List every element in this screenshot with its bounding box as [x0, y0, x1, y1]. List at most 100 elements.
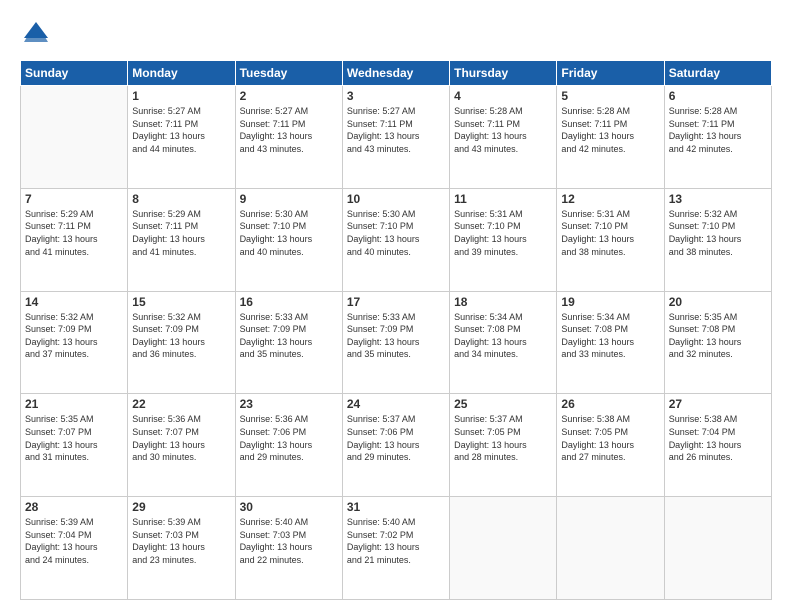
day-number: 20: [669, 295, 767, 309]
day-info: Sunrise: 5:29 AM Sunset: 7:11 PM Dayligh…: [25, 208, 123, 258]
day-number: 26: [561, 397, 659, 411]
day-number: 11: [454, 192, 552, 206]
calendar-day-cell: 7 Sunrise: 5:29 AM Sunset: 7:11 PM Daylig…: [21, 188, 128, 291]
day-info: Sunrise: 5:39 AM Sunset: 7:03 PM Dayligh…: [132, 516, 230, 566]
calendar-day-cell: 18Sunrise: 5:34 AM Sunset: 7:08 PM Dayli…: [450, 291, 557, 394]
day-number: 3: [347, 89, 445, 103]
calendar-header-cell: Friday: [557, 61, 664, 86]
day-info: Sunrise: 5:30 AM Sunset: 7:10 PM Dayligh…: [347, 208, 445, 258]
day-info: Sunrise: 5:37 AM Sunset: 7:06 PM Dayligh…: [347, 413, 445, 463]
calendar-day-cell: 24Sunrise: 5:37 AM Sunset: 7:06 PM Dayli…: [342, 394, 449, 497]
calendar-day-cell: 29 Sunrise: 5:39 AM Sunset: 7:03 PM Dayli…: [128, 497, 235, 600]
day-number: 12: [561, 192, 659, 206]
day-number: 6: [669, 89, 767, 103]
calendar-day-cell: [664, 497, 771, 600]
day-info: Sunrise: 5:35 AM Sunset: 7:07 PM Dayligh…: [25, 413, 123, 463]
calendar-day-cell: [450, 497, 557, 600]
calendar-week-row: 1 Sunrise: 5:27 AM Sunset: 7:11 PM Daylig…: [21, 86, 772, 189]
calendar-day-cell: 1 Sunrise: 5:27 AM Sunset: 7:11 PM Daylig…: [128, 86, 235, 189]
day-info: Sunrise: 5:40 AM Sunset: 7:02 PM Dayligh…: [347, 516, 445, 566]
day-info: Sunrise: 5:36 AM Sunset: 7:07 PM Dayligh…: [132, 413, 230, 463]
calendar-day-cell: 16 Sunrise: 5:33 AM Sunset: 7:09 PM Dayli…: [235, 291, 342, 394]
calendar-day-cell: 3 Sunrise: 5:27 AM Sunset: 7:11 PM Daylig…: [342, 86, 449, 189]
day-number: 13: [669, 192, 767, 206]
day-info: Sunrise: 5:31 AM Sunset: 7:10 PM Dayligh…: [454, 208, 552, 258]
day-info: Sunrise: 5:30 AM Sunset: 7:10 PM Dayligh…: [240, 208, 338, 258]
calendar-header-cell: Tuesday: [235, 61, 342, 86]
calendar-day-cell: 17Sunrise: 5:33 AM Sunset: 7:09 PM Dayli…: [342, 291, 449, 394]
day-info: Sunrise: 5:31 AM Sunset: 7:10 PM Dayligh…: [561, 208, 659, 258]
calendar-day-cell: 15 Sunrise: 5:32 AM Sunset: 7:09 PM Dayli…: [128, 291, 235, 394]
calendar-day-cell: 8Sunrise: 5:29 AM Sunset: 7:11 PM Daylig…: [128, 188, 235, 291]
day-number: 22: [132, 397, 230, 411]
day-info: Sunrise: 5:33 AM Sunset: 7:09 PM Dayligh…: [240, 311, 338, 361]
calendar-day-cell: 23 Sunrise: 5:36 AM Sunset: 7:06 PM Dayli…: [235, 394, 342, 497]
calendar-day-cell: 19 Sunrise: 5:34 AM Sunset: 7:08 PM Dayli…: [557, 291, 664, 394]
calendar-day-cell: [557, 497, 664, 600]
calendar-header-cell: Wednesday: [342, 61, 449, 86]
day-number: 2: [240, 89, 338, 103]
calendar-day-cell: 22 Sunrise: 5:36 AM Sunset: 7:07 PM Dayli…: [128, 394, 235, 497]
calendar-header-cell: Saturday: [664, 61, 771, 86]
calendar-day-cell: 31 Sunrise: 5:40 AM Sunset: 7:02 PM Dayli…: [342, 497, 449, 600]
day-number: 16: [240, 295, 338, 309]
day-info: Sunrise: 5:32 AM Sunset: 7:09 PM Dayligh…: [25, 311, 123, 361]
day-info: Sunrise: 5:36 AM Sunset: 7:06 PM Dayligh…: [240, 413, 338, 463]
day-info: Sunrise: 5:38 AM Sunset: 7:04 PM Dayligh…: [669, 413, 767, 463]
calendar-day-cell: 10 Sunrise: 5:30 AM Sunset: 7:10 PM Dayli…: [342, 188, 449, 291]
day-number: 14: [25, 295, 123, 309]
day-number: 5: [561, 89, 659, 103]
day-number: 29: [132, 500, 230, 514]
calendar-day-cell: 13Sunrise: 5:32 AM Sunset: 7:10 PM Dayli…: [664, 188, 771, 291]
day-number: 1: [132, 89, 230, 103]
day-number: 27: [669, 397, 767, 411]
calendar-week-row: 21Sunrise: 5:35 AM Sunset: 7:07 PM Dayli…: [21, 394, 772, 497]
day-number: 18: [454, 295, 552, 309]
day-info: Sunrise: 5:40 AM Sunset: 7:03 PM Dayligh…: [240, 516, 338, 566]
calendar-day-cell: 4Sunrise: 5:28 AM Sunset: 7:11 PM Daylig…: [450, 86, 557, 189]
day-info: Sunrise: 5:39 AM Sunset: 7:04 PM Dayligh…: [25, 516, 123, 566]
day-info: Sunrise: 5:38 AM Sunset: 7:05 PM Dayligh…: [561, 413, 659, 463]
day-number: 7: [25, 192, 123, 206]
day-info: Sunrise: 5:27 AM Sunset: 7:11 PM Dayligh…: [240, 105, 338, 155]
day-number: 31: [347, 500, 445, 514]
day-info: Sunrise: 5:27 AM Sunset: 7:11 PM Dayligh…: [132, 105, 230, 155]
day-number: 28: [25, 500, 123, 514]
calendar-header-cell: Sunday: [21, 61, 128, 86]
day-info: Sunrise: 5:32 AM Sunset: 7:09 PM Dayligh…: [132, 311, 230, 361]
calendar-week-row: 7 Sunrise: 5:29 AM Sunset: 7:11 PM Daylig…: [21, 188, 772, 291]
day-info: Sunrise: 5:37 AM Sunset: 7:05 PM Dayligh…: [454, 413, 552, 463]
calendar-day-cell: 14 Sunrise: 5:32 AM Sunset: 7:09 PM Dayli…: [21, 291, 128, 394]
logo-icon: [20, 18, 52, 50]
day-info: Sunrise: 5:34 AM Sunset: 7:08 PM Dayligh…: [561, 311, 659, 361]
day-number: 9: [240, 192, 338, 206]
calendar-week-row: 14 Sunrise: 5:32 AM Sunset: 7:09 PM Dayli…: [21, 291, 772, 394]
day-info: Sunrise: 5:35 AM Sunset: 7:08 PM Dayligh…: [669, 311, 767, 361]
day-info: Sunrise: 5:27 AM Sunset: 7:11 PM Dayligh…: [347, 105, 445, 155]
day-info: Sunrise: 5:28 AM Sunset: 7:11 PM Dayligh…: [561, 105, 659, 155]
day-info: Sunrise: 5:29 AM Sunset: 7:11 PM Dayligh…: [132, 208, 230, 258]
calendar-day-cell: [21, 86, 128, 189]
day-number: 10: [347, 192, 445, 206]
calendar-day-cell: 9 Sunrise: 5:30 AM Sunset: 7:10 PM Daylig…: [235, 188, 342, 291]
day-number: 15: [132, 295, 230, 309]
calendar-day-cell: 26 Sunrise: 5:38 AM Sunset: 7:05 PM Dayli…: [557, 394, 664, 497]
calendar-header-row: SundayMondayTuesdayWednesdayThursdayFrid…: [21, 61, 772, 86]
calendar-header-cell: Thursday: [450, 61, 557, 86]
day-number: 25: [454, 397, 552, 411]
calendar-day-cell: 6 Sunrise: 5:28 AM Sunset: 7:11 PM Daylig…: [664, 86, 771, 189]
calendar-day-cell: 21Sunrise: 5:35 AM Sunset: 7:07 PM Dayli…: [21, 394, 128, 497]
calendar-day-cell: 30Sunrise: 5:40 AM Sunset: 7:03 PM Dayli…: [235, 497, 342, 600]
calendar-day-cell: 2 Sunrise: 5:27 AM Sunset: 7:11 PM Daylig…: [235, 86, 342, 189]
calendar-day-cell: 11 Sunrise: 5:31 AM Sunset: 7:10 PM Dayli…: [450, 188, 557, 291]
calendar-day-cell: 20 Sunrise: 5:35 AM Sunset: 7:08 PM Dayli…: [664, 291, 771, 394]
day-info: Sunrise: 5:28 AM Sunset: 7:11 PM Dayligh…: [669, 105, 767, 155]
day-number: 23: [240, 397, 338, 411]
calendar-table: SundayMondayTuesdayWednesdayThursdayFrid…: [20, 60, 772, 600]
day-number: 19: [561, 295, 659, 309]
calendar-day-cell: 27 Sunrise: 5:38 AM Sunset: 7:04 PM Dayli…: [664, 394, 771, 497]
calendar-day-cell: 28 Sunrise: 5:39 AM Sunset: 7:04 PM Dayli…: [21, 497, 128, 600]
calendar-body: 1 Sunrise: 5:27 AM Sunset: 7:11 PM Daylig…: [21, 86, 772, 600]
calendar-day-cell: 5 Sunrise: 5:28 AM Sunset: 7:11 PM Daylig…: [557, 86, 664, 189]
day-info: Sunrise: 5:33 AM Sunset: 7:09 PM Dayligh…: [347, 311, 445, 361]
